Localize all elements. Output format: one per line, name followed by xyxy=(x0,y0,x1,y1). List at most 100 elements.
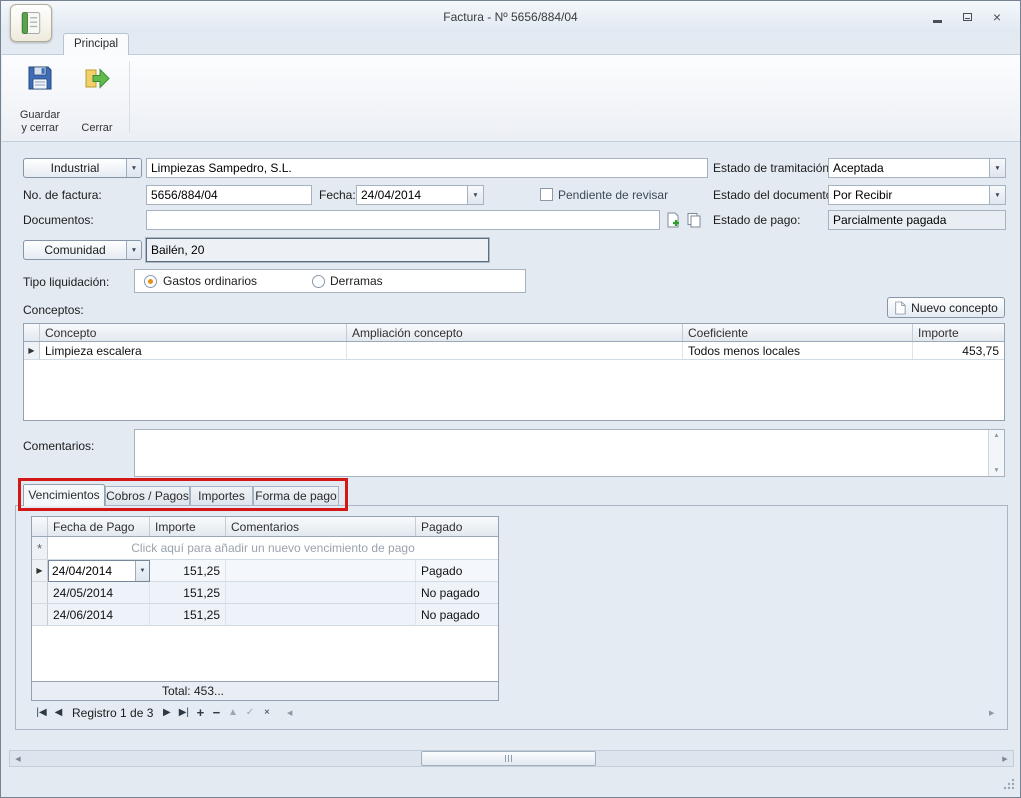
scrollbar-thumb[interactable] xyxy=(421,751,596,766)
estado-tramitacion-combo[interactable]: Aceptada ▼ xyxy=(828,158,1006,178)
comentarios-textarea[interactable]: ▲ ▼ xyxy=(134,429,1005,477)
nav-next-button[interactable]: ▶ xyxy=(158,705,175,721)
cell-pagado[interactable]: Pagado xyxy=(416,560,498,581)
grid-scroll-left-icon[interactable]: ◀ xyxy=(287,709,292,717)
column-header-importe[interactable]: Importe xyxy=(913,324,1004,341)
radio-derramas[interactable] xyxy=(312,275,325,288)
tab-forma-de-pago[interactable]: Forma de pago xyxy=(253,486,339,506)
restore-icon xyxy=(963,13,972,21)
column-header-importe[interactable]: Importe xyxy=(150,517,226,536)
cerrar-button[interactable]: Cerrar xyxy=(72,58,122,138)
title-bar[interactable]: Factura - Nº 5656/884/04 xyxy=(1,1,1020,33)
proveedor-type-button[interactable]: Industrial ▼ xyxy=(23,158,142,178)
chevron-down-icon[interactable]: ▼ xyxy=(989,159,1005,177)
cell-importe[interactable]: 453,75 xyxy=(913,342,1004,359)
close-button[interactable]: × xyxy=(987,9,1007,25)
fecha-date-combo[interactable]: 24/04/2014 ▼ xyxy=(356,185,484,205)
scroll-left-icon[interactable]: ◀ xyxy=(10,751,26,766)
chevron-down-icon[interactable]: ▼ xyxy=(126,159,141,177)
column-header-coeficiente[interactable]: Coeficiente xyxy=(683,324,913,341)
cell-importe[interactable]: 151,25 xyxy=(150,582,226,603)
no-factura-field[interactable]: 5656/884/04 xyxy=(146,185,312,205)
column-header-concepto[interactable]: Concepto xyxy=(40,324,347,341)
resize-grip[interactable] xyxy=(1002,777,1016,791)
comunidad-type-button[interactable]: Comunidad ▼ xyxy=(23,240,142,260)
new-row[interactable]: * Click aquí para añadir un nuevo vencim… xyxy=(32,537,498,560)
nav-prev-button[interactable]: ◀ xyxy=(50,705,67,721)
nav-append-button[interactable]: + xyxy=(192,705,208,721)
nav-first-button[interactable]: |◀ xyxy=(33,705,50,721)
cell-pagado[interactable]: No pagado xyxy=(416,604,498,625)
vencimientos-grid-header: Fecha de Pago Importe Comentarios Pagado xyxy=(32,517,498,537)
comentarios-value xyxy=(135,430,988,476)
chevron-down-icon[interactable]: ▼ xyxy=(135,561,149,581)
tipo-liquidacion-label: Tipo liquidación: xyxy=(23,275,109,289)
grid-footer: Total: 453... xyxy=(32,681,498,700)
fecha-pago-editor[interactable]: 24/04/2014 ▼ xyxy=(48,560,150,582)
tab-cobros-pagos[interactable]: Cobros / Pagos xyxy=(105,486,190,506)
estado-pago-field: Parcialmente pagada xyxy=(828,210,1006,230)
minimize-button[interactable] xyxy=(927,9,947,25)
radio-gastos-ordinarios-label: Gastos ordinarios xyxy=(163,274,257,288)
cell-comentarios[interactable] xyxy=(226,604,416,625)
minimize-icon xyxy=(933,20,942,23)
chevron-down-icon[interactable]: ▼ xyxy=(989,186,1005,204)
nav-cancel-button[interactable]: × xyxy=(258,705,275,721)
proveedor-value: Limpiezas Sampedro, S.L. xyxy=(147,161,707,175)
cell-coeficiente[interactable]: Todos menos locales xyxy=(683,342,913,359)
scroll-down-icon[interactable]: ▼ xyxy=(993,467,999,474)
table-row[interactable]: ▶ Limpieza escalera Todos menos locales … xyxy=(24,342,1004,360)
tab-principal[interactable]: Principal xyxy=(63,33,129,55)
nuevo-concepto-button[interactable]: Nuevo concepto xyxy=(887,297,1005,318)
chevron-down-icon[interactable]: ▼ xyxy=(126,241,141,259)
new-row-icon: * xyxy=(32,537,48,559)
nav-edit-button[interactable]: ▲ xyxy=(224,705,241,721)
tab-importes[interactable]: Importes xyxy=(190,486,253,506)
table-row[interactable]: 24/06/2014 151,25 No pagado xyxy=(32,604,498,626)
restore-button[interactable] xyxy=(957,9,977,25)
cell-importe[interactable]: 151,25 xyxy=(150,604,226,625)
scroll-up-icon[interactable]: ▲ xyxy=(993,432,999,439)
copy-documents-button[interactable] xyxy=(685,211,703,229)
column-header-fecha-pago[interactable]: Fecha de Pago xyxy=(48,517,150,536)
radio-gastos-ordinarios[interactable] xyxy=(144,275,157,288)
add-document-button[interactable] xyxy=(664,211,682,229)
cell-importe[interactable]: 151,25 xyxy=(150,560,226,581)
scroll-right-icon[interactable]: ▶ xyxy=(997,751,1013,766)
proveedor-field[interactable]: Limpiezas Sampedro, S.L. xyxy=(146,158,708,178)
scrollbar-track[interactable] xyxy=(26,751,997,766)
grid-scroll-right-icon[interactable]: ▶ xyxy=(989,709,994,717)
cell-pagado[interactable]: No pagado xyxy=(416,582,498,603)
nav-last-button[interactable]: ▶| xyxy=(175,705,192,721)
comunidad-field[interactable]: Bailén, 20 xyxy=(146,238,489,262)
table-row[interactable]: ▶ 24/04/2014 ▼ 151,25 Pagado xyxy=(32,560,498,582)
comentarios-scrollbar[interactable]: ▲ ▼ xyxy=(988,430,1004,476)
tab-vencimientos[interactable]: Vencimientos xyxy=(23,484,105,506)
documentos-field[interactable] xyxy=(146,210,660,230)
chevron-down-icon[interactable]: ▼ xyxy=(467,186,483,204)
column-header-comentarios[interactable]: Comentarios xyxy=(226,517,416,536)
guardar-cerrar-button[interactable]: Guardar y cerrar xyxy=(13,58,67,138)
pendiente-revisar-checkbox[interactable] xyxy=(540,188,553,201)
horizontal-scrollbar[interactable]: ◀ ▶ xyxy=(9,750,1014,767)
estado-documento-combo[interactable]: Por Recibir ▼ xyxy=(828,185,1006,205)
cell-comentarios[interactable] xyxy=(226,560,416,581)
application-button[interactable] xyxy=(10,4,52,42)
conceptos-grid: Concepto Ampliación concepto Coeficiente… xyxy=(23,323,1005,421)
new-row-hint[interactable]: Click aquí para añadir un nuevo vencimie… xyxy=(48,537,498,559)
record-navigator: |◀ ◀ Registro 1 de 3 ▶ ▶| + − ▲ ✓ × xyxy=(33,705,275,721)
nav-endedit-button[interactable]: ✓ xyxy=(241,705,258,721)
column-header-pagado[interactable]: Pagado xyxy=(416,517,498,536)
no-factura-value: 5656/884/04 xyxy=(147,188,311,202)
nav-delete-button[interactable]: − xyxy=(208,705,224,721)
cell-fecha[interactable]: 24/05/2014 xyxy=(48,582,150,603)
row-indicator-arrow-icon: ▶ xyxy=(24,342,40,359)
cerrar-label: Cerrar xyxy=(72,122,122,135)
table-row[interactable]: 24/05/2014 151,25 No pagado xyxy=(32,582,498,604)
cell-concepto[interactable]: Limpieza escalera xyxy=(40,342,347,359)
column-header-ampliacion[interactable]: Ampliación concepto xyxy=(347,324,683,341)
estado-documento-label: Estado del documento: xyxy=(713,188,836,202)
cell-comentarios[interactable] xyxy=(226,582,416,603)
cell-fecha[interactable]: 24/06/2014 xyxy=(48,604,150,625)
cell-ampliacion[interactable] xyxy=(347,342,683,359)
